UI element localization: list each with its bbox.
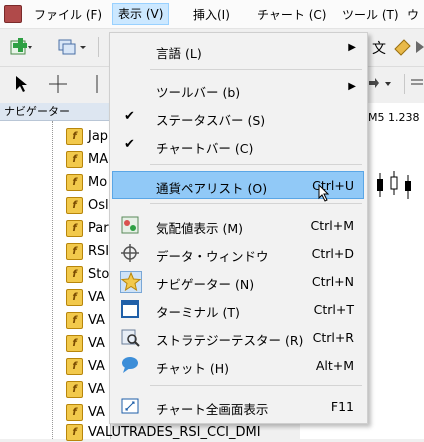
terminal-icon xyxy=(121,300,139,318)
menu-fullscreen[interactable]: チャート全画面表示 F11 xyxy=(112,392,364,420)
new-chart-icon[interactable] xyxy=(10,38,32,56)
indicator-icon: f xyxy=(66,358,83,375)
indicator-icon: f xyxy=(66,266,83,283)
profiles-icon[interactable] xyxy=(58,38,88,56)
submenu-arrow-icon: ▶ xyxy=(348,81,356,92)
fullscreen-icon xyxy=(121,398,139,414)
navigator-title: ナビゲーター xyxy=(0,103,110,121)
menu-view[interactable]: 表示 (V) xyxy=(112,3,170,25)
navigator-star-icon xyxy=(120,271,142,293)
checkmark-icon: ✔ xyxy=(124,137,135,152)
toolbar-separator xyxy=(98,37,99,57)
cursor-icon[interactable] xyxy=(14,74,28,94)
partial-tool-icon[interactable] xyxy=(414,37,424,57)
menu-strategy-tester[interactable]: ストラテジーテスター (R) Ctrl+R xyxy=(112,323,364,351)
toolbar-partial-text: 文 xyxy=(372,41,386,57)
indicator-icon: f xyxy=(66,381,83,398)
menu-status-bar[interactable]: ✔ ステータスバー (S) xyxy=(112,103,364,131)
menu-chart-bar[interactable]: ✔ チャートバー (C) xyxy=(112,131,364,159)
menu-separator xyxy=(150,164,362,165)
menu-file[interactable]: ファイル (F) xyxy=(34,6,102,23)
mouse-cursor-icon xyxy=(318,184,330,202)
menu-data-window[interactable]: データ・ウィンドウ Ctrl+D xyxy=(112,239,364,267)
submenu-arrow-icon: ▶ xyxy=(348,42,356,53)
tree-guide-line xyxy=(52,121,53,439)
menu-separator xyxy=(150,203,362,204)
menu-separator xyxy=(150,69,362,70)
menu-bar: ファイル (F) 表示 (V) 挿入(I) チャート (C) ツール (T) ウ xyxy=(0,0,424,29)
indicator-icon: f xyxy=(66,128,83,145)
menu-terminal[interactable]: ターミナル (T) Ctrl+T xyxy=(112,295,364,323)
menu-market-watch[interactable]: 通貨ペアリスト (O) Ctrl+U xyxy=(112,171,364,202)
indicator-icon: f xyxy=(66,312,83,329)
indicator-icon: f xyxy=(66,197,83,214)
strategy-tester-icon xyxy=(121,329,140,347)
indicator-icon: f xyxy=(66,424,83,441)
menu-tools[interactable]: ツール (T) xyxy=(342,6,399,23)
menu-insert[interactable]: 挿入(I) xyxy=(193,6,230,23)
menu-separator xyxy=(150,385,362,386)
gold-tag-icon[interactable] xyxy=(392,37,412,57)
menu-chat[interactable]: チャット (H) Alt+M xyxy=(112,351,364,379)
chat-icon xyxy=(122,357,138,373)
quotes-icon xyxy=(121,216,139,234)
period-icon[interactable] xyxy=(410,77,424,91)
checkmark-icon: ✔ xyxy=(124,109,135,124)
menu-chart[interactable]: チャート (C) xyxy=(257,6,326,23)
crosshair-tool-icon[interactable] xyxy=(48,74,68,94)
toolbar-separator xyxy=(404,74,405,94)
app-icon xyxy=(4,5,22,23)
indicator-icon: f xyxy=(66,289,83,306)
crosshair-icon xyxy=(121,244,139,262)
indicator-icon: f xyxy=(66,151,83,168)
menu-window[interactable]: ウ xyxy=(407,6,419,23)
arrows-tool-icon[interactable] xyxy=(367,77,397,91)
menu-quotes[interactable]: 気配値表示 (M) Ctrl+M xyxy=(112,211,364,239)
menu-navigator[interactable]: ナビゲーター (N) Ctrl+N xyxy=(112,267,364,295)
indicator-icon: f xyxy=(66,174,83,191)
menu-toolbars[interactable]: ツールバー (b) ▶ xyxy=(112,75,364,103)
vertical-line-tool-icon[interactable] xyxy=(92,74,102,94)
indicator-icon: f xyxy=(66,404,83,421)
chart-header: M5 1.238 xyxy=(368,111,420,124)
indicator-icon: f xyxy=(66,335,83,352)
indicator-icon: f xyxy=(66,243,83,260)
indicator-icon: f xyxy=(66,220,83,237)
menu-language[interactable]: 言語 (L) ▶ xyxy=(112,36,364,64)
view-menu-dropdown: 言語 (L) ▶ ツールバー (b) ▶ ✔ ステータスバー (S) ✔ チャー… xyxy=(109,32,368,424)
